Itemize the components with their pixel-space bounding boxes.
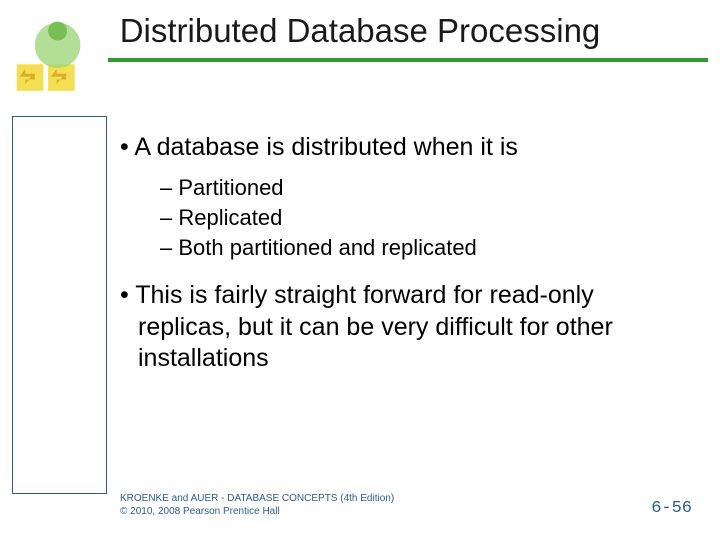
sub-bullet: Partitioned	[160, 173, 690, 203]
slide-title: Distributed Database Processing	[0, 0, 720, 58]
bullet-1: A database is distributed when it is	[138, 132, 690, 163]
sub-bullet: Replicated	[160, 203, 690, 233]
footer-citation: KROENKE and AUER - DATABASE CONCEPTS (4t…	[120, 492, 394, 518]
bullet-1-sublist: Partitioned Replicated Both partitioned …	[160, 173, 690, 262]
sub-bullet: Both partitioned and replicated	[160, 233, 690, 263]
slide: Distributed Database Processing A databa…	[0, 0, 720, 540]
sidebar-placeholder	[12, 116, 107, 494]
page-number: 6-56	[651, 499, 692, 518]
bullet-2: This is fairly straight forward for read…	[138, 280, 690, 374]
footer-line2: © 2010, 2008 Pearson Prentice Hall	[120, 505, 394, 518]
logo-graphic	[12, 12, 107, 107]
footer-line1: KROENKE and AUER - DATABASE CONCEPTS (4t…	[120, 492, 394, 505]
content-area: A database is distributed when it is Par…	[120, 132, 690, 384]
title-underline	[108, 58, 708, 62]
